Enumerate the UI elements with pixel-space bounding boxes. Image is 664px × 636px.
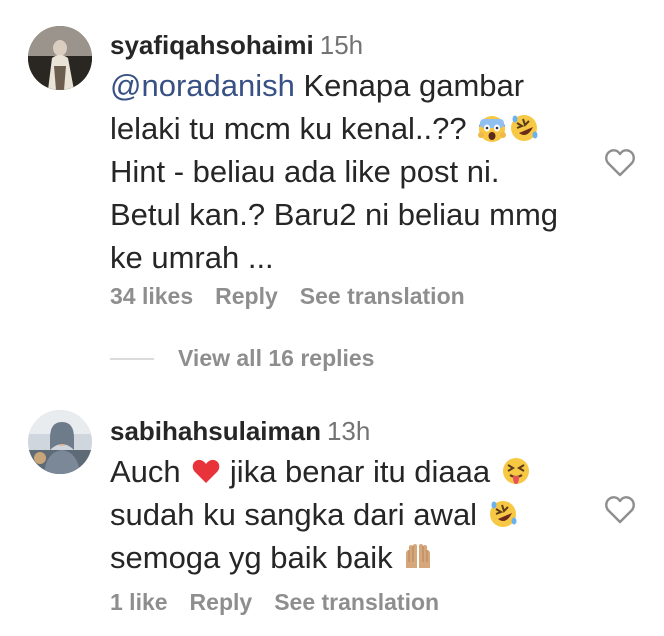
rolling-on-the-floor-laughing-icon bbox=[509, 113, 539, 143]
comment-header: syafiqahsohaimi 15h bbox=[110, 30, 590, 60]
comment-line: lelaki tu mcm ku kenal..?? bbox=[110, 111, 467, 146]
timestamp[interactable]: 13h bbox=[327, 416, 370, 446]
see-translation-button[interactable]: See translation bbox=[274, 589, 439, 615]
likes-count[interactable]: 34 likes bbox=[110, 283, 193, 309]
comment-line: Hint - beliau ada like post ni. bbox=[110, 154, 500, 189]
comment-text: @noradanish Kenapa gambar lelaki tu mcm … bbox=[110, 64, 590, 279]
comment-text: Auch jika benar itu diaaa sudah ku sangk… bbox=[110, 450, 590, 579]
view-replies-label[interactable]: View all 16 replies bbox=[178, 345, 374, 371]
comment-line: semoga yg baik baik bbox=[110, 540, 393, 575]
comment-line: jika benar itu diaaa bbox=[229, 454, 491, 489]
squinting-face-with-tongue-icon bbox=[501, 456, 531, 486]
comment-actions: 1 like Reply See translation bbox=[110, 589, 461, 616]
mention-link[interactable]: @noradanish bbox=[110, 68, 295, 103]
reply-button[interactable]: Reply bbox=[215, 283, 278, 309]
avatar[interactable] bbox=[28, 26, 92, 90]
username[interactable]: sabihahsulaiman bbox=[110, 416, 321, 446]
see-translation-button[interactable]: See translation bbox=[300, 283, 465, 309]
username[interactable]: syafiqahsohaimi bbox=[110, 30, 314, 60]
timestamp[interactable]: 15h bbox=[320, 30, 363, 60]
view-replies-button[interactable]: View all 16 replies bbox=[110, 345, 374, 377]
comment-actions: 34 likes Reply See translation bbox=[110, 283, 487, 310]
comment-header: sabihahsulaiman 13h bbox=[110, 416, 590, 446]
comment-line: Kenapa gambar bbox=[303, 68, 525, 103]
rolling-on-the-floor-laughing-icon bbox=[488, 499, 518, 529]
reply-button[interactable]: Reply bbox=[190, 589, 253, 615]
palms-up-together-icon bbox=[403, 542, 433, 572]
avatar[interactable] bbox=[28, 410, 92, 474]
comment-line: sudah ku sangka dari awal bbox=[110, 497, 478, 532]
red-heart-icon bbox=[191, 456, 221, 486]
heart-outline-icon[interactable] bbox=[604, 148, 636, 178]
heart-outline-icon[interactable] bbox=[604, 495, 636, 525]
comment-line: Betul kan.? Baru2 ni beliau mmg bbox=[110, 197, 559, 232]
divider bbox=[110, 357, 154, 360]
likes-count[interactable]: 1 like bbox=[110, 589, 168, 615]
comment-line: Auch bbox=[110, 454, 181, 489]
comment-line: ke umrah ... bbox=[110, 240, 274, 275]
face-screaming-in-fear-icon bbox=[477, 113, 507, 143]
